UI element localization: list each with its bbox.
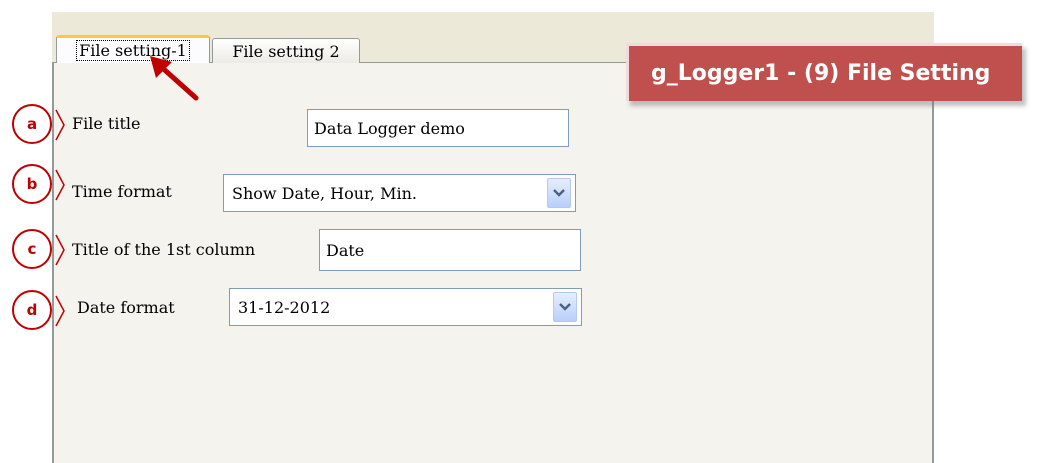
date-format-label: Date format	[77, 298, 175, 317]
date-format-select[interactable]: 31-12-2012	[229, 288, 582, 326]
tab-file-setting-2-label: File setting 2	[232, 41, 340, 61]
chevron-down-icon	[559, 303, 571, 311]
section-banner: g_Logger1 - (9) File Setting	[626, 43, 1022, 101]
brace-c-icon	[55, 234, 65, 266]
brace-a-icon	[55, 109, 65, 141]
date-format-dropdown-button[interactable]	[553, 292, 577, 322]
time-format-value: Show Date, Hour, Min.	[232, 183, 417, 203]
first-column-title-label: Title of the 1st column	[72, 240, 256, 259]
tab-file-setting-2[interactable]: File setting 2	[212, 38, 360, 63]
pointer-arrow-icon	[150, 56, 199, 101]
marker-a: a	[12, 104, 52, 144]
marker-b: b	[12, 164, 52, 204]
file-title-label: File title	[72, 114, 141, 133]
chevron-down-icon	[553, 189, 565, 197]
marker-c: c	[12, 229, 52, 269]
time-format-dropdown-button[interactable]	[547, 178, 571, 208]
banner-title: g_Logger1 - (9) File Setting	[651, 61, 991, 86]
brace-b-icon	[55, 169, 65, 201]
date-format-value: 31-12-2012	[238, 297, 331, 317]
time-format-label: Time format	[72, 182, 172, 201]
brace-d-icon	[55, 295, 65, 327]
first-column-title-input[interactable]	[319, 229, 581, 271]
marker-d: d	[12, 290, 52, 330]
file-title-input[interactable]	[307, 109, 569, 147]
time-format-select[interactable]: Show Date, Hour, Min.	[223, 174, 576, 212]
